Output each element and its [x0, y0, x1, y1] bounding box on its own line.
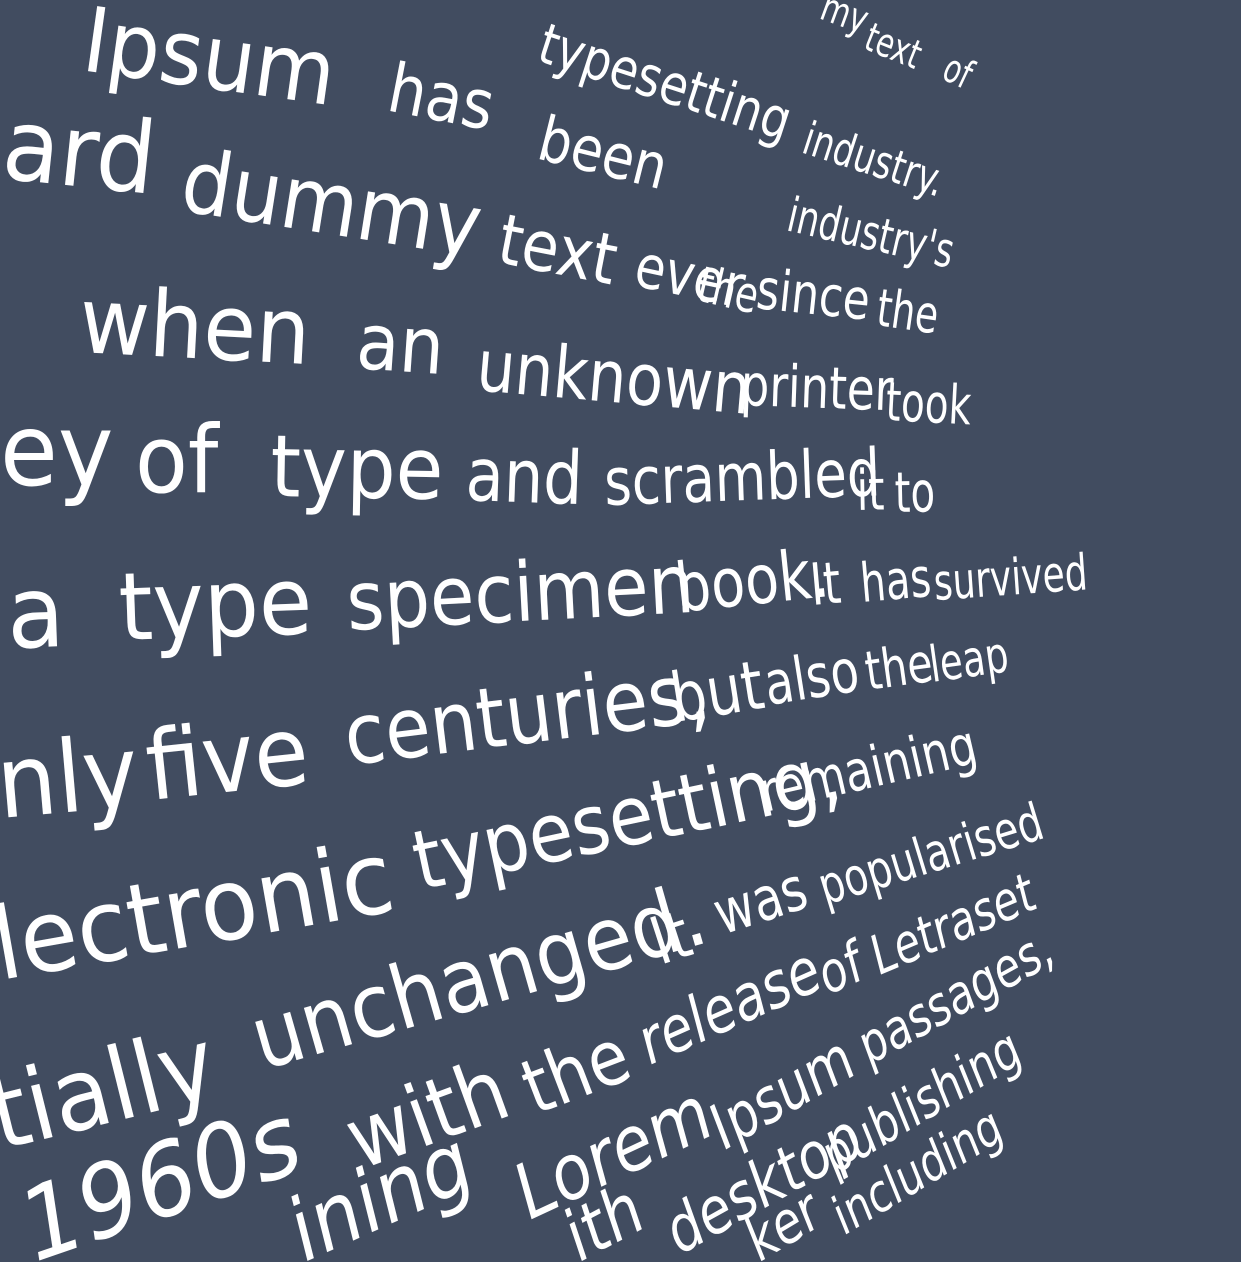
text-word: dummy: [175, 129, 489, 278]
perspective-text-stage: my text of Ipsum has been typesetting industry.…: [0, 0, 1241, 1262]
text-word: scrambled: [603, 436, 882, 522]
text-word: type: [117, 547, 314, 663]
text-word: printer: [739, 353, 894, 425]
text-word: an: [354, 297, 448, 393]
text-word: has: [858, 547, 934, 615]
text-word: the: [861, 632, 936, 704]
perspective-text-canvas: mytext ofIpsum hasbeentypesettingindustry.…: [0, 0, 1090, 1262]
text-word: but: [665, 645, 769, 738]
text-word: remaining: [753, 711, 983, 825]
text-word: leap: [926, 626, 1012, 694]
text-word: has: [382, 50, 501, 147]
text-word: to: [894, 460, 936, 526]
text-word: of: [135, 406, 220, 515]
text-word: nly: [0, 713, 143, 841]
text-word: text: [492, 199, 624, 302]
text-word: took: [884, 371, 973, 439]
text-word: five: [141, 694, 314, 823]
text-word: of: [936, 45, 981, 99]
text-word: and: [464, 433, 584, 523]
text-word: when: [77, 267, 313, 386]
text-word: also: [759, 635, 864, 719]
text-word: survived: [932, 545, 1090, 613]
text-word: specimen: [344, 537, 696, 651]
text-word: the: [873, 277, 942, 346]
text-word: type: [270, 417, 445, 520]
text-word: ard: [0, 85, 162, 217]
text-word: ey: [0, 392, 113, 508]
text-word: it: [856, 457, 885, 523]
text-word: my: [815, 0, 875, 44]
text-word: It: [807, 550, 843, 620]
text-word: since: [754, 256, 874, 333]
text-word: a: [5, 553, 67, 671]
text-word: unknown: [473, 323, 754, 431]
text-word: book.: [671, 533, 832, 628]
text-word: text: [858, 15, 928, 79]
text-word: been: [531, 102, 675, 204]
